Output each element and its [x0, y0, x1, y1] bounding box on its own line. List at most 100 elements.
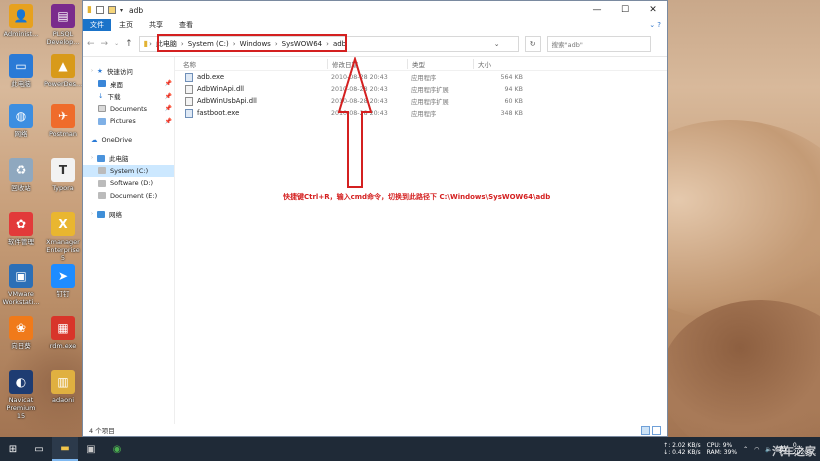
desktop-icon-item[interactable]: ▣ VMware Workstati...: [2, 264, 40, 306]
desktop-icon-item[interactable]: ➤ 钉钉: [44, 264, 82, 298]
desktop-icon-label: Administ...: [3, 30, 39, 38]
nav-downloads[interactable]: ↓ 下载 📌: [83, 90, 174, 103]
desktop-icon: [98, 80, 106, 88]
desktop-icon-item[interactable]: ✈ Postman: [44, 104, 82, 138]
computer-icon: [97, 154, 105, 162]
desktop-icon-label: 软件管理: [8, 238, 34, 246]
desktop-icon-item[interactable]: ♻ 回收站: [2, 158, 40, 192]
recent-locations-icon[interactable]: ⌄: [114, 40, 119, 47]
desktop-icon-label: Navicat Premium 15: [6, 396, 36, 420]
windows-start-icon[interactable]: ⊞: [0, 437, 26, 461]
drive-icon: [98, 167, 106, 175]
customize-quick-access-icon[interactable]: ▾: [120, 7, 123, 14]
pin-icon: 📌: [164, 117, 172, 125]
nav-pictures[interactable]: Pictures 📌: [83, 115, 174, 128]
desktop-icon-label: 此电脑: [11, 80, 31, 88]
nav-network[interactable]: › 网络: [83, 208, 174, 221]
task-view-icon[interactable]: ▭: [26, 437, 52, 461]
nav-quick-access[interactable]: › ★ 快速访问: [83, 65, 174, 78]
maximize-button[interactable]: ☐: [611, 5, 639, 15]
desktop-icon-item[interactable]: ▭ 此电脑: [2, 54, 40, 88]
desktop-icon-item[interactable]: ◍ 网络: [2, 104, 40, 138]
new-folder-icon[interactable]: [107, 6, 116, 14]
app-icon: ▣: [9, 264, 33, 288]
app-icon: ▤: [51, 4, 75, 28]
app-icon: ▥: [51, 370, 75, 394]
close-button[interactable]: ✕: [639, 5, 667, 15]
desktop-icon-label: 钉钉: [56, 290, 70, 298]
navigation-pane: › ★ 快速访问 桌面 📌 ↓ 下载 📌 Documents 📌 Picture…: [83, 57, 175, 424]
chrome-taskbar-icon[interactable]: ◉: [104, 437, 130, 461]
app-icon: ✈: [51, 104, 75, 128]
tab-share[interactable]: 共享: [141, 20, 171, 30]
desktop-icon-item[interactable]: ▦ rdm.exe: [44, 316, 82, 350]
up-icon[interactable]: ↑: [125, 39, 133, 49]
network-icon: [97, 210, 105, 218]
path-highlight-box: [156, 33, 347, 52]
nav-documents[interactable]: Documents 📌: [83, 103, 174, 116]
terminal-taskbar-icon[interactable]: ▣: [78, 437, 104, 461]
desktop-icon-item[interactable]: ◐ Navicat Premium 15: [2, 370, 40, 420]
app-icon: ◍: [9, 104, 33, 128]
documents-icon: [98, 105, 106, 113]
app-icon: ➤: [51, 264, 75, 288]
desktop-icon-item[interactable]: X Xmanager Enterprise 5: [44, 212, 82, 262]
file-list: 名称 修改日期 类型 大小 adb.exe 2010-08-28 20:43 应用程…: [175, 57, 667, 424]
nav-onedrive[interactable]: ☁ OneDrive: [83, 134, 174, 147]
instruction-annotation: 快捷键Ctrl+R，输入cmd命令，切换到此路径下 C:\Windows\Sys…: [283, 193, 551, 201]
app-icon: 👤: [9, 4, 33, 28]
nav-drive-c[interactable]: System (C:): [83, 164, 174, 177]
pin-icon: 📌: [164, 105, 172, 113]
app-icon: T: [51, 158, 75, 182]
app-icon: X: [51, 212, 75, 236]
star-icon: ★: [97, 67, 103, 76]
large-icons-view-icon[interactable]: [652, 425, 661, 435]
minimize-button[interactable]: —: [583, 5, 611, 15]
nav-this-pc[interactable]: › 此电脑: [83, 152, 174, 165]
desktop-icon-label: Postman: [48, 130, 78, 138]
search-placeholder: 搜索"adb": [551, 40, 583, 49]
details-view-icon[interactable]: [641, 425, 650, 435]
resource-monitor: CPU: 9% RAM: 39%: [706, 442, 738, 456]
desktop-icon-item[interactable]: ❀ 向日葵: [2, 316, 40, 350]
chevron-down-icon[interactable]: ⌄: [494, 40, 500, 48]
nav-drive-e[interactable]: Document (E:): [83, 190, 174, 203]
chevron-up-icon[interactable]: ⌃: [743, 446, 748, 453]
desktop-icon-label: PLSQL Develop...: [46, 30, 80, 46]
back-icon[interactable]: ←: [87, 39, 95, 49]
item-count: 4 个项目: [89, 427, 115, 435]
app-icon: ◐: [9, 370, 33, 394]
file-explorer-taskbar-icon[interactable]: ▬: [52, 437, 78, 461]
wifi-icon[interactable]: ◠: [754, 446, 759, 453]
desktop-icon-item[interactable]: ▥ adaoni: [44, 370, 82, 404]
desktop-icon-item[interactable]: 👤 Administ...: [2, 4, 40, 38]
app-icon: ✿: [9, 212, 33, 236]
ribbon-expand-help[interactable]: ⌄ ?: [649, 21, 667, 29]
tab-file[interactable]: 文件: [83, 19, 111, 31]
app-icon: ▦: [51, 316, 75, 340]
desktop-icon-label: VMware Workstati...: [2, 290, 40, 306]
drive-icon: [98, 179, 106, 187]
desktop-icon-label: Xmanager Enterprise 5: [46, 238, 80, 262]
desktop-icon-item[interactable]: T Typora: [44, 158, 82, 192]
nav-drive-d[interactable]: Software (D:): [83, 177, 174, 190]
properties-icon[interactable]: [95, 6, 104, 14]
desktop-icon-item[interactable]: ▲ PowerDes...: [44, 54, 82, 88]
tab-view[interactable]: 查看: [171, 20, 201, 30]
desktop-icon-item[interactable]: ▤ PLSQL Develop...: [44, 4, 82, 46]
app-icon: ❀: [9, 316, 33, 340]
address-bar[interactable]: ▮ › 此电脑 › System (C:) › Windows › SysWOW…: [138, 33, 519, 52]
title-bar: ▮ ▾ adb — ☐ ✕: [83, 1, 667, 19]
forward-icon[interactable]: →: [101, 39, 109, 49]
desktop-icon-label: PowerDes...: [44, 80, 83, 88]
folder-icon: ▮: [143, 39, 149, 48]
search-input[interactable]: 搜索"adb": [546, 35, 651, 52]
watermark: 汽车之家: [772, 445, 816, 458]
network-speed: ↑: 2.02 KB/s ↓: 0.42 KB/s: [663, 442, 701, 456]
tab-home[interactable]: 主页: [111, 20, 141, 30]
refresh-icon[interactable]: ↻: [524, 35, 541, 52]
download-icon: ↓: [98, 92, 104, 101]
desktop-icon-item[interactable]: ✿ 软件管理: [2, 212, 40, 246]
nav-desktop[interactable]: 桌面 📌: [83, 78, 174, 91]
desktop-icon-label: 回收站: [11, 184, 31, 192]
